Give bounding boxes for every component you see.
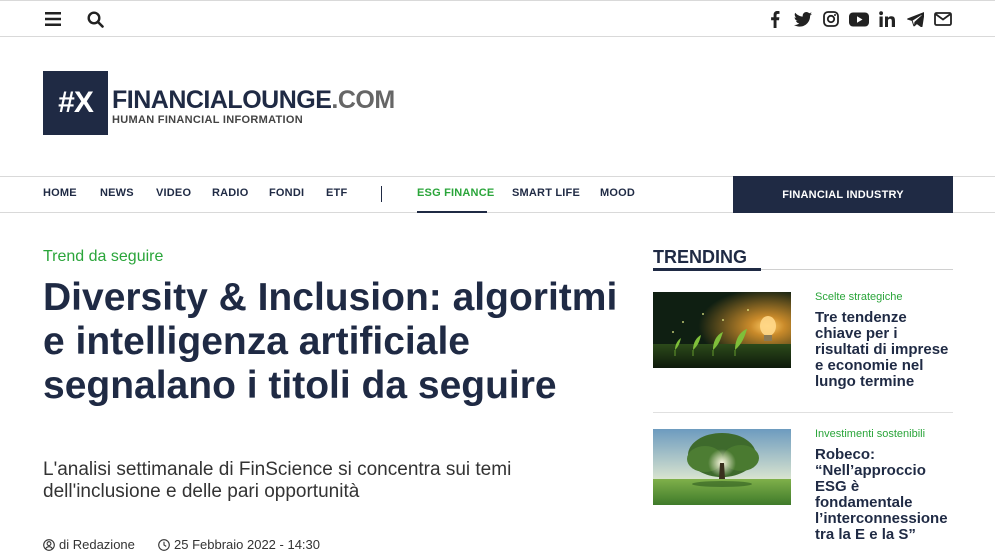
logo-name: FINANCIALOUNGE.COM — [112, 87, 395, 113]
nav-item-mood[interactable]: MOOD — [600, 187, 635, 199]
article-date: 25 Febbraio 2022 - 14:30 — [158, 537, 320, 552]
nav-item-esg-finance[interactable]: ESG FINANCE — [417, 187, 494, 199]
nav-item-home[interactable]: HOME — [43, 187, 77, 199]
trending-image-tree[interactable] — [653, 429, 791, 505]
nav-item-fondi[interactable]: FONDI — [269, 187, 304, 199]
article-subtitle: L'analisi settimanale di FinScience si c… — [43, 459, 512, 502]
author-name[interactable]: di Redazione — [59, 537, 135, 552]
article-author: di Redazione — [43, 537, 135, 552]
trending-title-link[interactable]: Robeco: “Nell’approccio ESG è fondamenta… — [815, 447, 955, 543]
youtube-icon[interactable] — [849, 9, 869, 29]
logo-name-text: FINANCIALOUNGE — [112, 85, 332, 114]
telegram-icon[interactable] — [905, 9, 925, 29]
trending-title: TRENDING — [653, 247, 747, 267]
nav-divider — [381, 186, 382, 202]
nav-item-radio[interactable]: RADIO — [212, 187, 248, 199]
logo-tld: .COM — [331, 85, 395, 114]
financial-industry-button[interactable]: FINANCIAL INDUSTRY — [733, 176, 953, 213]
site-logo[interactable]: #X FINANCIALOUNGE.COM HUMAN FINANCIAL IN… — [43, 71, 395, 135]
instagram-icon[interactable] — [821, 9, 841, 29]
date-text: 25 Febbraio 2022 - 14:30 — [174, 537, 320, 552]
search-icon[interactable] — [85, 9, 105, 29]
top-bar — [0, 0, 995, 37]
trending-category[interactable]: Investimenti sostenibili — [815, 428, 925, 440]
logo-mark: #X — [43, 71, 108, 135]
clock-icon — [158, 538, 170, 551]
linkedin-icon[interactable] — [877, 9, 897, 29]
article-title: Diversity & Inclusion: algoritmi e intel… — [43, 276, 618, 407]
nav-active-underline — [417, 211, 487, 213]
logo-tagline: HUMAN FINANCIAL INFORMATION — [112, 113, 304, 126]
main-nav: HOME NEWS VIDEO RADIO FONDI ETF ESG FINA… — [0, 176, 995, 213]
article-kicker[interactable]: Trend da seguire — [43, 248, 163, 266]
trending-image-lightbulb[interactable] — [653, 292, 791, 368]
nav-item-news[interactable]: NEWS — [100, 187, 134, 199]
trending-title-link[interactable]: Tre tendenze chiave per i risultati di i… — [815, 310, 955, 390]
email-icon[interactable] — [933, 9, 953, 29]
facebook-icon[interactable] — [765, 9, 785, 29]
user-icon — [43, 538, 55, 551]
nav-item-smart-life[interactable]: SMART LIFE — [512, 187, 580, 199]
trending-separator — [653, 412, 953, 413]
nav-item-video[interactable]: VIDEO — [156, 187, 191, 199]
logo-wordmark: FINANCIALOUNGE.COM HUMAN FINANCIAL INFOR… — [112, 87, 395, 126]
trending-accent-bar — [653, 268, 761, 271]
twitter-icon[interactable] — [793, 9, 813, 29]
trending-category[interactable]: Scelte strategiche — [815, 291, 902, 303]
nav-item-etf[interactable]: ETF — [326, 187, 347, 199]
menu-icon[interactable] — [43, 9, 63, 29]
